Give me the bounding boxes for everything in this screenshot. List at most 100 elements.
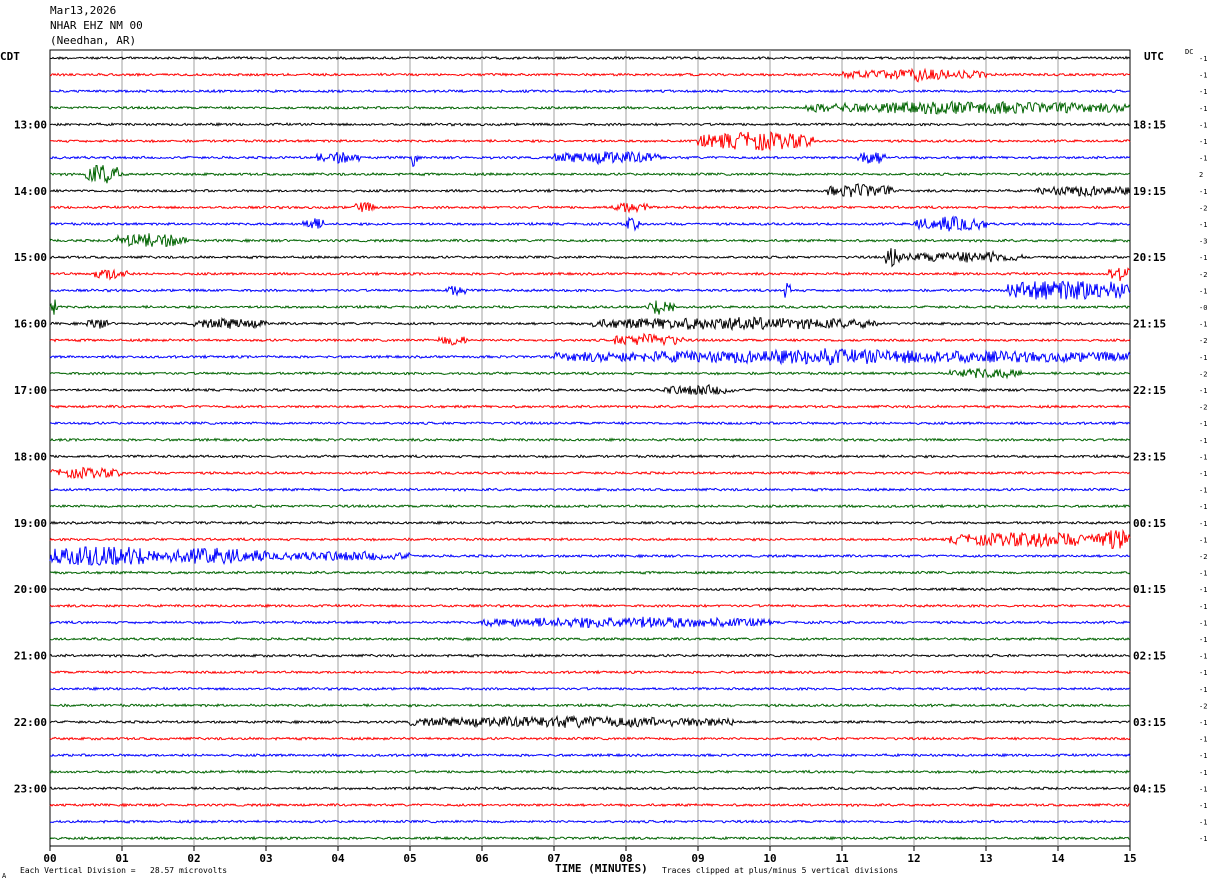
right-hour-label: 21:15: [1133, 318, 1166, 331]
dc-offset-label: -1: [1199, 155, 1207, 163]
seismic-trace: [49, 752, 1131, 758]
vertical-division-note: Each Vertical Division = 28.57 microvolt…: [20, 866, 228, 875]
seismic-trace: [49, 404, 1131, 409]
right-hour-label: 20:15: [1133, 251, 1166, 264]
dc-offset-label: -1: [1199, 636, 1207, 644]
dc-offset-label: -1: [1199, 354, 1207, 362]
seismic-trace: [49, 100, 1131, 115]
dc-offset-label: -1: [1199, 536, 1207, 544]
dc-offset-label: -3: [1199, 238, 1207, 246]
plot-frame: [49, 49, 1131, 847]
x-axis-label: TIME (MINUTES): [555, 862, 648, 875]
dc-offset-label: -2: [1199, 553, 1207, 561]
left-hour-label: 14:00: [14, 185, 47, 198]
left-hour-label: 18:00: [14, 450, 47, 463]
x-tick-label: 12: [907, 852, 920, 865]
seismic-trace: [49, 332, 1131, 347]
dc-offset-label: -2: [1199, 337, 1207, 345]
left-hour-label: 15:00: [14, 251, 47, 264]
right-hour-label: 22:15: [1133, 384, 1166, 397]
seismic-trace: [49, 466, 1131, 480]
dc-offset-label: -1: [1199, 802, 1207, 810]
x-tick-label: 14: [1051, 852, 1065, 865]
right-hour-label: 00:15: [1133, 517, 1166, 530]
right-hour-label: 18:15: [1133, 118, 1166, 131]
x-tick-label: 03: [259, 852, 272, 865]
seismic-trace: [49, 420, 1131, 426]
seismic-trace: [49, 299, 1131, 315]
seismic-trace: [49, 736, 1131, 741]
seismic-trace: [49, 453, 1131, 459]
dc-offset-label: -1: [1199, 752, 1207, 760]
seismic-trace: [49, 669, 1131, 675]
dc-offset-label: -1: [1199, 287, 1207, 295]
dc-offset-label: -1: [1199, 603, 1207, 611]
right-hour-label: 23:15: [1133, 450, 1166, 463]
seismic-trace: [49, 215, 1131, 232]
dc-offset-label: -1: [1199, 835, 1207, 843]
seismic-trace: [49, 280, 1131, 301]
dc-offset-label: -1: [1199, 321, 1207, 329]
left-hour-label: 17:00: [14, 384, 47, 397]
dc-offset-label: -1: [1199, 619, 1207, 627]
x-tick-label: 10: [763, 852, 776, 865]
x-tick-label: 06: [475, 852, 489, 865]
seismic-trace: [49, 487, 1131, 492]
x-tick-label: 09: [691, 852, 704, 865]
seismic-trace: [49, 67, 1131, 83]
dc-offset-label: 2: [1199, 171, 1203, 179]
seismic-trace: [49, 348, 1131, 366]
seismic-trace: [50, 122, 1131, 127]
dc-offset-label: -1: [1199, 72, 1207, 80]
dc-offset-label: -1: [1199, 387, 1207, 395]
seismic-trace: [49, 603, 1131, 609]
dc-offset-label: -1: [1199, 453, 1207, 461]
dc-offset-label: -1: [1199, 669, 1207, 677]
left-hour-label: 16:00: [14, 318, 47, 331]
dc-offset-label: -1: [1199, 785, 1207, 793]
dc-offset-label: -1: [1199, 105, 1207, 113]
seismic-trace: [49, 819, 1131, 824]
seismic-trace: [49, 714, 1131, 729]
dc-offset-label: -1: [1199, 221, 1207, 229]
seismic-trace: [49, 248, 1131, 268]
corner-mark: A: [2, 872, 7, 880]
dc-offset-label: -1: [1199, 138, 1207, 146]
dc-offset-label: -1: [1199, 819, 1207, 827]
right-hour-label: 04:15: [1133, 782, 1166, 795]
seismic-trace: [49, 528, 1131, 549]
dc-offset-label: -1: [1199, 188, 1207, 196]
seismic-trace: [49, 503, 1131, 509]
seismic-trace: [49, 437, 1131, 443]
dc-offset-label: -1: [1199, 520, 1207, 528]
dc-offset-label: -1: [1199, 254, 1207, 262]
x-tick-label: 00: [43, 852, 56, 865]
x-tick-label: 01: [115, 852, 129, 865]
dc-offset-label: -1: [1199, 487, 1207, 495]
seismic-trace: [49, 653, 1131, 658]
dc-offset-label: -1: [1199, 420, 1207, 428]
seismic-trace: [49, 785, 1131, 791]
dc-offset-label: -1: [1199, 736, 1207, 744]
dc-offset-label: -1: [1199, 769, 1207, 777]
seismic-trace: [49, 131, 1131, 152]
left-hour-label: 13:00: [14, 118, 47, 131]
seismic-trace: [49, 88, 1130, 94]
left-hour-label: 19:00: [14, 517, 47, 530]
x-tick-label: 02: [187, 852, 200, 865]
dc-offset-label: -1: [1199, 88, 1207, 96]
right-hour-label: 03:15: [1133, 716, 1166, 729]
dc-offset-label: -1: [1199, 719, 1207, 727]
x-tick-label: 11: [835, 852, 849, 865]
seismic-trace: [49, 586, 1131, 592]
seismic-trace: [49, 316, 1131, 332]
dc-offset-label: -1: [1199, 503, 1207, 511]
dc-offset-label: -2: [1199, 702, 1207, 710]
seismic-trace: [49, 702, 1131, 708]
left-hour-label: 23:00: [14, 782, 47, 795]
dc-offset-label: -1: [1199, 121, 1207, 129]
dc-offset-label: -1: [1199, 470, 1207, 478]
seismic-trace: [49, 165, 1131, 184]
dc-offset-label: -1: [1199, 653, 1207, 661]
right-hour-label: 01:15: [1133, 583, 1166, 596]
